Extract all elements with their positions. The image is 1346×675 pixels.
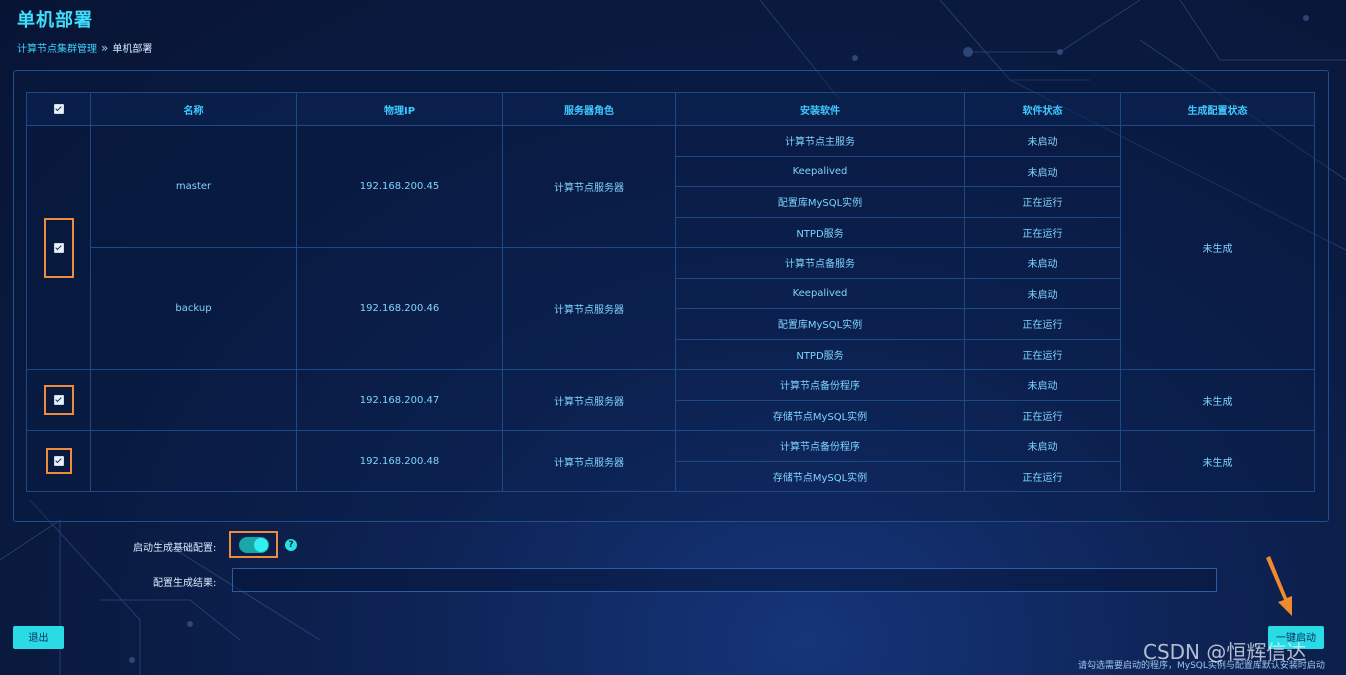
highlight-box — [229, 531, 278, 558]
header-role: 服务器角色 — [502, 92, 676, 126]
row-checkbox[interactable] — [53, 242, 64, 253]
config-result-field[interactable] — [232, 568, 1217, 592]
table-row: 192.168.200.48 计算节点服务器 计算节点备份程序 未启动 未生成 — [26, 430, 1315, 492]
config-status: 未生成 — [1120, 369, 1315, 431]
breadcrumb-separator: » — [101, 40, 109, 55]
server-ip: 192.168.200.46 — [296, 247, 503, 370]
software-name: 计算节点备服务 — [675, 247, 965, 279]
software-status: 正在运行 — [964, 399, 1121, 431]
server-name: master — [90, 125, 297, 248]
highlight-box — [45, 448, 72, 474]
software-status: 未启动 — [964, 369, 1121, 401]
software-status: 正在运行 — [964, 216, 1121, 248]
software-name: 配置库MySQL实例 — [675, 186, 965, 218]
breadcrumb-parent-link[interactable]: 计算节点集群管理 — [17, 40, 97, 55]
software-status: 正在运行 — [964, 308, 1121, 340]
server-role: 计算节点服务器 — [502, 369, 676, 431]
auto-config-toggle[interactable] — [238, 536, 269, 553]
server-role: 计算节点服务器 — [502, 430, 676, 492]
row-checkbox[interactable] — [53, 395, 64, 405]
software-status: 正在运行 — [964, 460, 1121, 492]
software-name: 存储节点MySQL实例 — [675, 460, 965, 492]
server-role: 计算节点服务器 — [502, 247, 676, 370]
help-icon[interactable]: ? — [285, 539, 297, 551]
server-ip: 192.168.200.48 — [296, 430, 503, 492]
header-name: 名称 — [90, 92, 297, 126]
arrow-annotation-icon — [1266, 556, 1292, 616]
watermark: CSDN @恒辉信达 — [1143, 640, 1307, 664]
table-row: 192.168.200.47 计算节点服务器 计算节点备份程序 未启动 未生成 — [26, 369, 1315, 431]
software-status: 未启动 — [964, 125, 1121, 157]
software-status: 正在运行 — [964, 186, 1121, 218]
exit-button[interactable]: 退出 — [13, 626, 64, 649]
highlight-box — [43, 217, 74, 278]
server-ip: 192.168.200.45 — [296, 125, 503, 248]
software-name: 计算节点备份程序 — [675, 369, 965, 401]
server-name: backup — [90, 247, 297, 370]
select-all-cell[interactable] — [26, 92, 91, 126]
table-row: master 192.168.200.45 计算节点服务器 计算节点主服务 未启… — [26, 125, 1315, 370]
software-status: 未启动 — [964, 277, 1121, 309]
software-name: NTPD服务 — [675, 216, 965, 248]
software-status: 未启动 — [964, 247, 1121, 279]
breadcrumb: 计算节点集群管理 » 单机部署 — [17, 40, 153, 56]
server-table: 名称 物理IP 服务器角色 安装软件 软件状态 生成配置状态 master 19… — [26, 92, 1315, 492]
table-header-row: 名称 物理IP 服务器角色 安装软件 软件状态 生成配置状态 — [26, 92, 1315, 126]
software-status: 未启动 — [964, 430, 1121, 462]
software-name: 计算节点主服务 — [675, 125, 965, 157]
software-name: 计算节点备份程序 — [675, 430, 965, 462]
server-ip: 192.168.200.47 — [296, 369, 503, 431]
header-ip: 物理IP — [296, 92, 503, 126]
config-status: 未生成 — [1120, 125, 1315, 370]
result-label: 配置生成结果: — [153, 578, 217, 589]
software-status: 未启动 — [964, 155, 1121, 187]
config-status: 未生成 — [1120, 430, 1315, 492]
software-name: 配置库MySQL实例 — [675, 308, 965, 340]
header-software-status: 软件状态 — [964, 92, 1121, 126]
group-select-cell[interactable] — [26, 125, 91, 370]
header-software: 安装软件 — [675, 92, 965, 126]
server-name — [90, 369, 297, 431]
server-role: 计算节点服务器 — [502, 125, 676, 248]
page-title: 单机部署 — [17, 10, 93, 31]
row-checkbox[interactable] — [53, 456, 64, 466]
toggle-knob — [253, 537, 268, 552]
software-name: 存储节点MySQL实例 — [675, 399, 965, 431]
group-select-cell[interactable] — [26, 369, 91, 431]
auto-config-label: 启动生成基础配置: — [133, 543, 217, 554]
header-config-status: 生成配置状态 — [1120, 92, 1315, 126]
software-name: NTPD服务 — [675, 338, 965, 370]
deployment-table-panel: 名称 物理IP 服务器角色 安装软件 软件状态 生成配置状态 master 19… — [13, 70, 1329, 522]
select-all-checkbox[interactable] — [53, 103, 64, 114]
software-name: Keepalived — [675, 155, 965, 187]
highlight-box — [43, 385, 74, 415]
software-name: Keepalived — [675, 277, 965, 309]
server-name — [90, 430, 297, 492]
breadcrumb-current: 单机部署 — [112, 44, 153, 55]
group-select-cell[interactable] — [26, 430, 91, 492]
software-status: 正在运行 — [964, 338, 1121, 370]
